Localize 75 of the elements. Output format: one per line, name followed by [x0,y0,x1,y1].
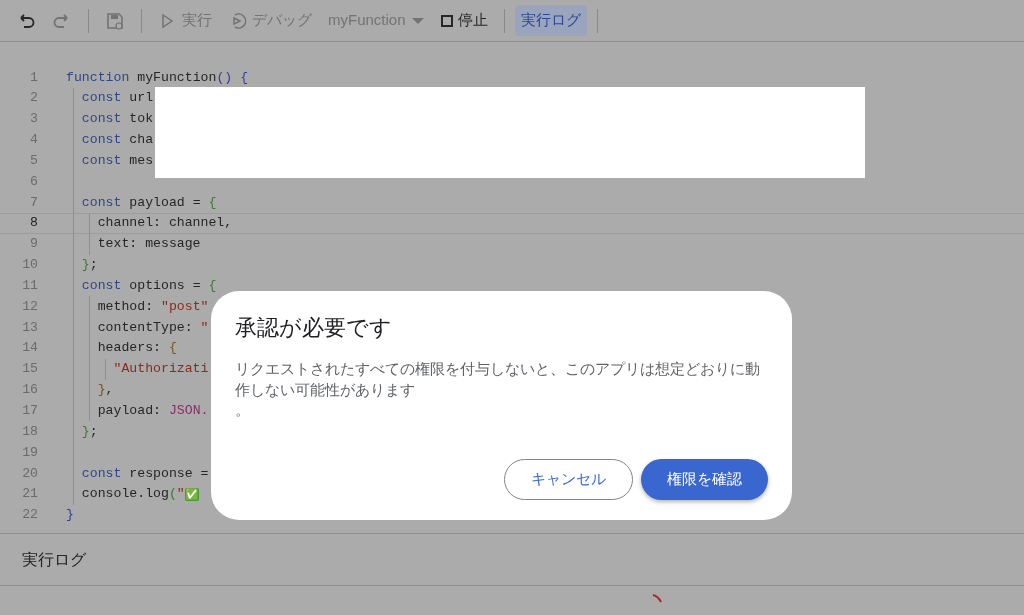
dialog-message: リクエストされたすべての権限を付与しないと、このアプリは想定どおりに動作しない可能性があります [235,360,761,400]
line-number: 22 [21,506,38,525]
code-text: payload = [129,193,201,212]
stop-icon [439,13,454,28]
code-text: tok [129,110,154,129]
caret-icon [411,17,424,24]
code-keyword: const [81,110,122,129]
code-keyword: const [81,464,122,483]
code-text: ; [89,256,98,275]
check-emoji: ✅ [184,487,199,501]
code-bracket: { [208,276,217,295]
line-number: 17 [21,402,38,420]
execution-log-button[interactable]: 実行ログ [514,5,587,36]
code-string: "Authorizati [113,360,209,379]
code-bracket: } [81,422,90,441]
code-text: method: [97,297,154,316]
confirm-button[interactable]: 権限を確認 [641,459,768,500]
code-keyword: function [66,68,130,87]
line-number: 3 [29,110,38,129]
line-number: 9 [29,235,38,254]
dialog-title: 承認が必要です [235,315,393,342]
code-bracket: { [240,68,249,87]
line-number: 14 [21,339,38,358]
code-bracket: () [216,68,233,87]
line-number: 13 [21,318,38,337]
line-number: 5 [29,151,38,170]
line-number: 18 [21,422,38,441]
code-text: channel: channel, [97,214,233,233]
line-number: 1 [29,68,38,87]
code-keyword: const [81,276,122,295]
code-string: "post" [161,297,209,316]
code-text: ; [89,422,98,441]
code-text: mes [129,151,154,170]
code-keyword: const [81,193,122,212]
line-number: 8 [29,214,38,233]
line-number: 2 [29,89,38,108]
code-text: console.log [81,485,169,504]
line-number: 10 [21,256,38,275]
line-number: 15 [21,360,38,379]
code-text: contentType: [97,318,193,337]
code-bracket: } [97,381,106,400]
code-text: response = [129,464,209,483]
code-text: headers: [97,339,161,358]
line-number: 21 [21,485,38,504]
code-text: url [129,89,154,108]
code-text: cha [129,131,154,150]
code-bracket: } [66,506,74,525]
code-string: " [176,485,185,504]
line-number: 11 [21,276,38,295]
code-keyword: const [81,151,122,170]
code-keyword: const [81,89,122,108]
line-number: 6 [29,172,38,191]
stop-button[interactable]: 停止 [433,5,494,36]
code-bracket: { [208,193,217,212]
code-bracket: { [168,339,177,358]
code-string: " [200,318,209,337]
code-identifier: JSON. [168,402,209,420]
dialog-message: 。 [235,401,251,421]
code-text: myFunction [137,68,217,87]
line-number: 19 [21,443,38,462]
line-number: 20 [21,464,38,483]
line-number: 7 [29,193,38,212]
cancel-button[interactable]: キャンセル [504,459,633,500]
code-keyword: const [81,131,122,150]
code-text: , [105,381,114,400]
save-icon [105,10,125,31]
code-text: text: message [97,235,201,254]
code-text: options = [129,276,201,295]
code-bracket: ( [168,485,177,504]
panel-title: 実行ログ [22,549,86,570]
code-bracket: } [81,256,90,275]
line-number: 12 [21,297,38,316]
line-number: 4 [29,131,38,150]
code-text: payload: [97,402,161,420]
line-number: 16 [21,381,38,400]
